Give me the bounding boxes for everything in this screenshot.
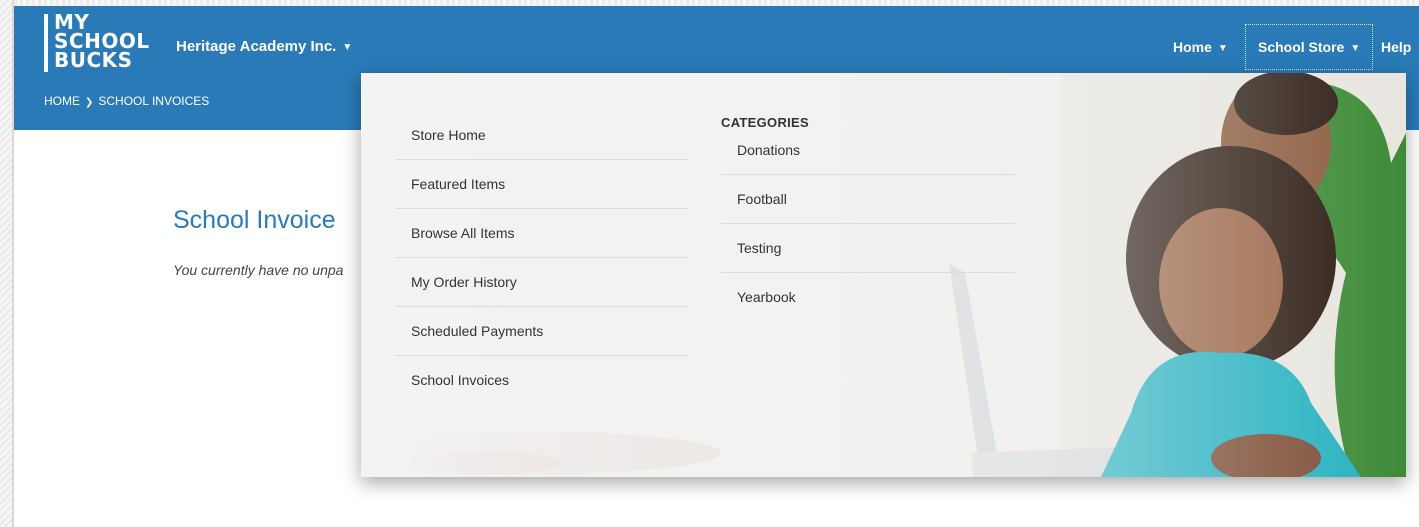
caret-down-icon: ▼: [1350, 43, 1361, 54]
menu-store-home[interactable]: Store Home: [395, 111, 689, 160]
school-selector-label: Heritage Academy Inc.: [176, 38, 337, 55]
chevron-right-icon: ❯: [85, 97, 94, 108]
store-links: Store Home Featured Items Browse All Ite…: [395, 111, 689, 405]
logo-line-3: BUCKS: [54, 48, 133, 72]
caret-down-icon: ▼: [1217, 43, 1228, 54]
categories-heading: CATEGORIES: [721, 115, 809, 130]
category-football[interactable]: Football: [721, 175, 1015, 224]
myschoolbucks-logo[interactable]: MY SCHOOL BUCKS: [44, 12, 154, 78]
nav-home-label: Home: [1173, 39, 1212, 55]
nav-school-store[interactable]: School Store ▼: [1245, 24, 1374, 70]
menu-browse-all-items[interactable]: Browse All Items: [395, 209, 689, 258]
caret-down-icon: ▼: [342, 42, 353, 53]
category-testing[interactable]: Testing: [721, 224, 1015, 273]
breadcrumb-home[interactable]: HOME: [44, 94, 80, 108]
page-title: School Invoice: [173, 206, 336, 234]
menu-scheduled-payments[interactable]: Scheduled Payments: [395, 307, 689, 356]
category-donations[interactable]: Donations: [721, 126, 1015, 175]
menu-featured-items[interactable]: Featured Items: [395, 160, 689, 209]
nav-home[interactable]: Home ▼: [1173, 24, 1228, 70]
menu-school-invoices[interactable]: School Invoices: [395, 356, 689, 405]
nav-help[interactable]: Help: [1381, 24, 1411, 70]
nav-school-store-label: School Store: [1258, 39, 1345, 55]
school-selector[interactable]: Heritage Academy Inc. ▼: [176, 38, 352, 55]
nav-help-label: Help: [1381, 39, 1412, 55]
menu-my-order-history[interactable]: My Order History: [395, 258, 689, 307]
logo-bar: [44, 14, 48, 72]
store-categories: CATEGORIES Donations Football Testing Ye…: [721, 111, 1015, 328]
window-left-edge: [0, 0, 14, 527]
category-yearbook[interactable]: Yearbook: [721, 273, 1015, 322]
school-store-dropdown: Store Home Featured Items Browse All Ite…: [361, 73, 1406, 477]
breadcrumb-current: SCHOOL INVOICES: [98, 94, 210, 108]
breadcrumb: HOME ❯ SCHOOL INVOICES: [44, 94, 209, 108]
no-invoices-message: You currently have no unpa: [173, 262, 344, 278]
